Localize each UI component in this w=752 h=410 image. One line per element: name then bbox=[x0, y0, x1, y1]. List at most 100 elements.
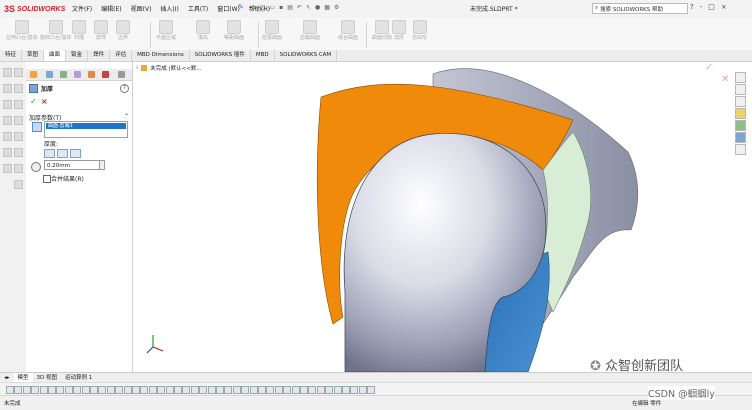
toolbar-tool-icon[interactable] bbox=[22, 386, 31, 394]
toolbar-tool-icon[interactable] bbox=[64, 386, 73, 394]
thicken-both-sides-button[interactable] bbox=[57, 149, 68, 158]
ribbon-sweep[interactable]: 扫描 bbox=[72, 20, 86, 41]
confirm-corner-cancel-icon[interactable]: ✕ bbox=[721, 74, 729, 85]
thickness-spinner[interactable] bbox=[100, 160, 105, 170]
toolbar-tool-icon[interactable] bbox=[333, 386, 342, 394]
toolbar-tool-icon[interactable] bbox=[224, 386, 233, 394]
toolbar-tool-icon[interactable] bbox=[249, 386, 258, 394]
rebuild-icon[interactable]: ● bbox=[315, 4, 320, 11]
new-icon[interactable]: □ bbox=[260, 4, 266, 11]
tool-icon[interactable] bbox=[14, 164, 23, 173]
toolbar-tool-icon[interactable] bbox=[241, 386, 250, 394]
ribbon-boundary[interactable]: 边界 bbox=[116, 20, 130, 41]
ribbon-cut[interactable]: 曲面切除 bbox=[372, 20, 392, 41]
tool-icon[interactable] bbox=[3, 84, 12, 93]
toolbar-tool-icon[interactable] bbox=[182, 386, 191, 394]
home-icon[interactable]: ⌂ bbox=[252, 4, 256, 11]
face-selection-box[interactable]: 曲面-剪裁1 bbox=[44, 121, 128, 138]
ribbon-planar[interactable]: 平面区域 bbox=[156, 20, 176, 41]
toolbar-tool-icon[interactable] bbox=[367, 386, 376, 394]
toolbar-tool-icon[interactable] bbox=[199, 386, 208, 394]
tool-icon[interactable] bbox=[3, 132, 12, 141]
ribbon-ruled[interactable]: 延展曲面 bbox=[262, 20, 282, 41]
design-library-icon[interactable] bbox=[735, 84, 746, 95]
ribbon-trim[interactable]: 剪裁曲面 bbox=[300, 20, 320, 41]
tab-mbd-dimensions[interactable]: MBD Dimensions bbox=[132, 50, 190, 61]
tool-icon[interactable] bbox=[14, 148, 23, 157]
minimize-button[interactable]: - bbox=[700, 3, 703, 11]
tab-surfaces[interactable]: 曲面 bbox=[44, 50, 67, 61]
cancel-button[interactable]: × bbox=[41, 97, 48, 106]
tab-weldments[interactable]: 焊件 bbox=[88, 50, 111, 61]
custom-properties-icon[interactable] bbox=[735, 132, 746, 143]
dimxpert-icon[interactable] bbox=[74, 71, 81, 78]
toolbar-tool-icon[interactable] bbox=[48, 386, 56, 394]
ribbon-extrude[interactable]: 拉伸凸台/基体 bbox=[6, 20, 38, 41]
tool-icon[interactable] bbox=[14, 116, 23, 125]
tab-features[interactable]: 特征 bbox=[0, 50, 23, 61]
file-explorer-icon[interactable] bbox=[735, 96, 746, 107]
tool-icon[interactable] bbox=[3, 164, 12, 173]
tab-evaluate[interactable]: 评估 bbox=[110, 50, 133, 61]
toolbar-tool-icon[interactable] bbox=[358, 386, 367, 394]
open-icon[interactable]: ▭ bbox=[269, 4, 275, 11]
tab-sheet-metal[interactable]: 钣金 bbox=[66, 50, 89, 61]
toolbar-tool-icon[interactable] bbox=[283, 386, 292, 394]
toolbar-tool-icon[interactable] bbox=[291, 386, 300, 394]
file-properties-icon[interactable]: ▦ bbox=[324, 4, 330, 11]
ok-button[interactable]: ✓ bbox=[30, 97, 37, 106]
feature-manager-icon[interactable] bbox=[30, 71, 37, 78]
toolbar-tool-icon[interactable] bbox=[123, 386, 132, 394]
tool-icon[interactable] bbox=[14, 132, 23, 141]
options-icon[interactable]: ⚙ bbox=[334, 4, 339, 11]
tool-icon[interactable] bbox=[3, 116, 12, 125]
3d-model[interactable] bbox=[133, 62, 729, 372]
solidworks-forum-icon[interactable] bbox=[735, 144, 746, 155]
thickness-input[interactable]: 0.20mm bbox=[44, 160, 100, 170]
tool-icon[interactable] bbox=[14, 180, 23, 189]
menu-tools[interactable]: 工具(T) bbox=[188, 4, 208, 13]
tool-icon[interactable] bbox=[14, 68, 23, 77]
ribbon-knit[interactable]: 缝合曲面 bbox=[338, 20, 358, 41]
toolbar-tool-icon[interactable] bbox=[56, 386, 65, 394]
toolbar-tool-icon[interactable] bbox=[232, 386, 241, 394]
help-button[interactable]: ? bbox=[690, 3, 694, 11]
tab-solidworks-addins[interactable]: SOLIDWORKS 插件 bbox=[190, 50, 251, 61]
toolbar-tool-icon[interactable] bbox=[258, 386, 266, 394]
selected-face-item[interactable]: 曲面-剪裁1 bbox=[46, 123, 126, 129]
ribbon-thicken[interactable]: 加厚 bbox=[392, 20, 406, 41]
toolbar-tool-icon[interactable] bbox=[342, 386, 350, 394]
toolbar-tool-icon[interactable] bbox=[132, 386, 140, 394]
thicken-side2-button[interactable] bbox=[70, 149, 81, 158]
toolbar-tool-icon[interactable] bbox=[266, 386, 275, 394]
menu-edit[interactable]: 编辑(E) bbox=[101, 4, 121, 13]
ribbon-freeform[interactable]: 自由形 bbox=[412, 20, 427, 41]
appearances-icon[interactable] bbox=[735, 120, 746, 131]
maximize-button[interactable]: □ bbox=[708, 3, 715, 11]
toolbar-tool-icon[interactable] bbox=[165, 386, 174, 394]
resources-icon[interactable] bbox=[735, 72, 746, 83]
print-icon[interactable]: ▤ bbox=[287, 4, 293, 11]
toolbar-tool-icon[interactable] bbox=[174, 386, 182, 394]
ribbon-revolve[interactable]: 旋转凸台/基体 bbox=[40, 20, 72, 41]
menu-view[interactable]: 视图(V) bbox=[131, 4, 152, 13]
close-button[interactable]: × bbox=[721, 3, 727, 11]
toolbar-tool-icon[interactable] bbox=[106, 386, 115, 394]
configuration-manager-icon[interactable] bbox=[60, 71, 67, 78]
expand-arrow-icon[interactable] bbox=[118, 71, 125, 78]
toolbar-tool-icon[interactable] bbox=[115, 386, 124, 394]
save-icon[interactable]: ▪ bbox=[279, 4, 283, 11]
tab-mbd[interactable]: MBD bbox=[251, 50, 275, 61]
toolbar-tool-icon[interactable] bbox=[325, 386, 334, 394]
ribbon-fill[interactable]: 填充 bbox=[196, 20, 210, 41]
property-manager-icon[interactable] bbox=[46, 71, 53, 78]
toolbar-tool-icon[interactable] bbox=[140, 386, 149, 394]
ribbon-offset[interactable]: 等距曲面 bbox=[224, 20, 244, 41]
tool-icon[interactable] bbox=[3, 148, 12, 157]
confirm-corner-ok-icon[interactable]: ✓ bbox=[705, 62, 713, 73]
tab-sketch[interactable]: 草图 bbox=[22, 50, 45, 61]
toolbar-tool-icon[interactable] bbox=[350, 386, 359, 394]
menu-window[interactable]: 窗口(W) bbox=[217, 4, 240, 13]
graphics-area[interactable]: › 未完成 (默认<<默... ✓ ✕ bbox=[133, 62, 729, 372]
tool-icon[interactable] bbox=[3, 68, 12, 77]
